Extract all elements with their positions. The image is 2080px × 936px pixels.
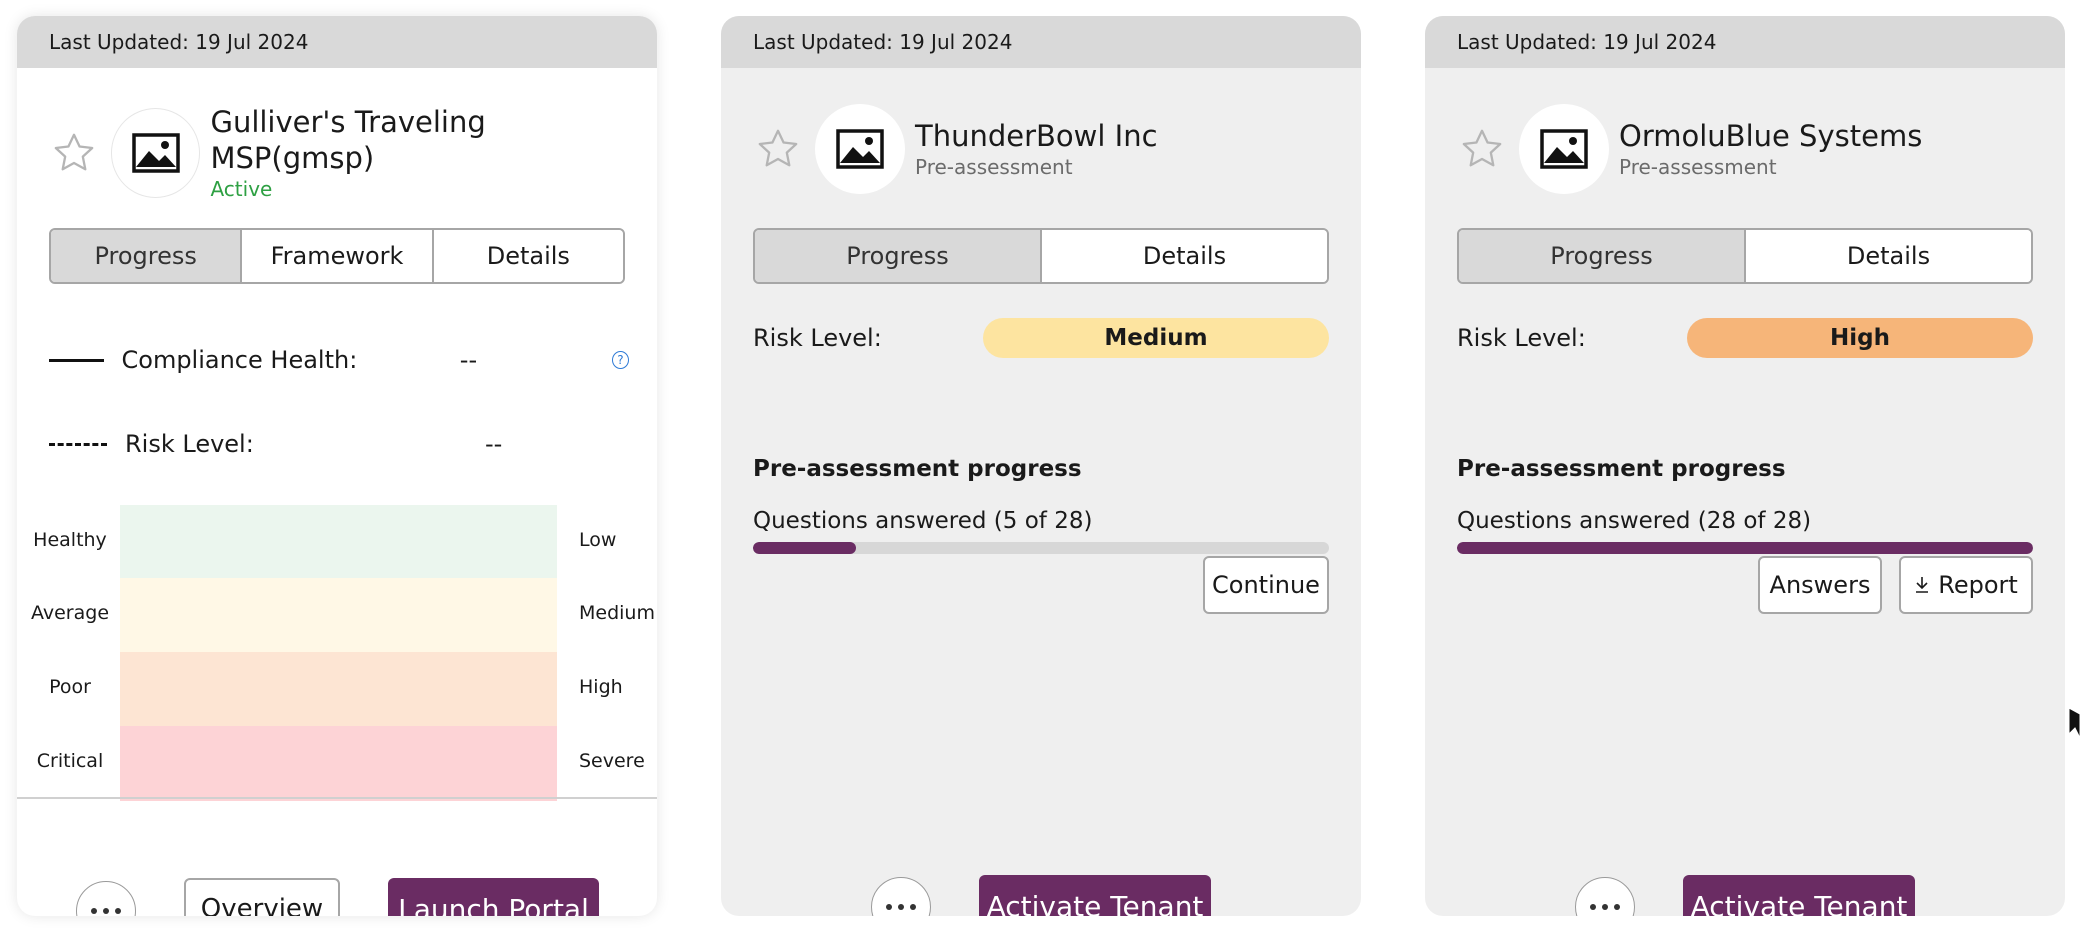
favorite-star-icon[interactable] (49, 128, 99, 178)
band-label-medium: Medium (579, 602, 655, 624)
answers-button[interactable]: Answers (1758, 556, 1882, 614)
dot-icon (910, 904, 916, 910)
questions-progress-fill (1457, 542, 2033, 554)
tenant-status: Pre-assessment (1619, 155, 1777, 179)
risk-level-label: Risk Level: (1457, 324, 1586, 352)
band-label-healthy: Healthy (33, 529, 107, 551)
band-label-low: Low (579, 529, 617, 551)
more-options-button[interactable] (871, 877, 931, 916)
tenant-card-thunderbowl: Last Updated: 19 Jul 2024 ThunderBowl In… (721, 16, 1361, 916)
last-updated: Last Updated: 19 Jul 2024 (721, 16, 1361, 68)
tenant-title-row: Gulliver's Traveling MSP(gmsp) Active (49, 104, 657, 202)
questions-answered-text: Questions answered (5 of 28) (753, 508, 1093, 534)
dot-icon (898, 904, 904, 910)
risk-level-label: Risk Level: (125, 430, 254, 458)
dot-icon (91, 908, 97, 914)
questions-answered-text: Questions answered (28 of 28) (1457, 508, 1812, 534)
tab-details[interactable]: Details (1744, 230, 2031, 282)
tenant-status: Active (210, 177, 273, 201)
report-button-label: Report (1938, 571, 2018, 599)
overview-button[interactable]: Overview (184, 878, 340, 916)
tab-framework[interactable]: Framework (240, 230, 432, 282)
tab-details[interactable]: Details (431, 230, 623, 282)
questions-progress-fill (753, 542, 856, 554)
band-healthy (120, 505, 557, 578)
tenant-card-ormolublue: Last Updated: 19 Jul 2024 OrmoluBlue Sys… (1425, 16, 2065, 916)
tenant-name: ThunderBowl Inc (915, 119, 1158, 153)
dot-icon (886, 904, 892, 910)
more-options-button[interactable] (1575, 877, 1635, 916)
risk-level-value: -- (485, 430, 503, 458)
favorite-star-icon[interactable] (753, 124, 803, 174)
band-average (120, 578, 557, 652)
band-label-high: High (579, 676, 623, 698)
band-label-poor: Poor (49, 676, 91, 698)
dot-icon (1590, 904, 1596, 910)
tab-progress[interactable]: Progress (755, 230, 1040, 282)
dot-icon (1614, 904, 1620, 910)
compliance-health-label: Compliance Health: (121, 346, 358, 374)
tenant-card-gmsp: Last Updated: 19 Jul 2024 Gulliver's Tra… (17, 16, 657, 916)
risk-level-label: Risk Level: (753, 324, 882, 352)
last-updated: Last Updated: 19 Jul 2024 (1425, 16, 2065, 68)
tenant-name: OrmoluBlue Systems (1619, 119, 1923, 153)
last-updated: Last Updated: 19 Jul 2024 (17, 16, 657, 68)
tenant-status: Pre-assessment (915, 155, 1073, 179)
card-tabs: Progress Framework Details (49, 228, 625, 284)
report-button[interactable]: Report (1899, 556, 2033, 614)
tenant-title-row: OrmoluBlue Systems Pre-assessment (1457, 104, 1922, 194)
dot-icon (115, 908, 121, 914)
dot-icon (1602, 904, 1608, 910)
more-options-button[interactable] (76, 881, 136, 916)
tab-progress[interactable]: Progress (1459, 230, 1744, 282)
help-icon[interactable]: ? (611, 351, 629, 369)
tenant-logo-image-icon (110, 108, 201, 198)
dot-icon (103, 908, 109, 914)
favorite-star-icon[interactable] (1457, 124, 1507, 174)
band-critical (120, 726, 557, 801)
questions-progress-bar (1457, 542, 2033, 554)
tenant-name: Gulliver's Traveling MSP(gmsp) (210, 105, 486, 175)
card-tabs: Progress Details (753, 228, 1329, 284)
risk-level-row: Risk Level: -- (49, 430, 629, 458)
tab-details[interactable]: Details (1040, 230, 1327, 282)
tab-progress[interactable]: Progress (51, 230, 241, 282)
activate-tenant-button[interactable]: Activate Tenant (979, 875, 1211, 916)
tenant-title-row: ThunderBowl Inc Pre-assessment (753, 104, 1158, 194)
mouse-cursor-icon (2068, 707, 2080, 746)
launch-portal-button[interactable]: Launch Portal (388, 878, 599, 916)
health-risk-chart: Healthy Average Poor Critical Low Medium… (17, 505, 657, 801)
risk-level-row: Risk Level: Medium (753, 318, 1329, 358)
risk-level-row: Risk Level: High (1457, 318, 2033, 358)
download-icon (1916, 577, 1929, 593)
tenant-logo-image-icon (815, 104, 905, 194)
card-tabs: Progress Details (1457, 228, 2033, 284)
compliance-health-row: Compliance Health: -- ? (49, 346, 629, 374)
risk-level-badge: Medium (983, 318, 1329, 358)
preassessment-title: Pre-assessment progress (753, 456, 1082, 482)
band-label-average: Average (30, 602, 110, 624)
band-label-severe: Severe (579, 750, 645, 772)
preassessment-title: Pre-assessment progress (1457, 456, 1786, 482)
dashed-line-legend-icon (49, 442, 107, 446)
tenant-logo-image-icon (1519, 104, 1609, 194)
compliance-health-value: -- (459, 346, 478, 374)
band-label-critical: Critical (36, 750, 104, 772)
band-poor (120, 652, 557, 726)
risk-level-badge: High (1687, 318, 2033, 358)
questions-progress-bar (753, 542, 1329, 554)
divider (17, 797, 657, 799)
solid-line-legend-icon (49, 358, 104, 362)
continue-button[interactable]: Continue (1203, 556, 1329, 614)
activate-tenant-button[interactable]: Activate Tenant (1683, 875, 1915, 916)
